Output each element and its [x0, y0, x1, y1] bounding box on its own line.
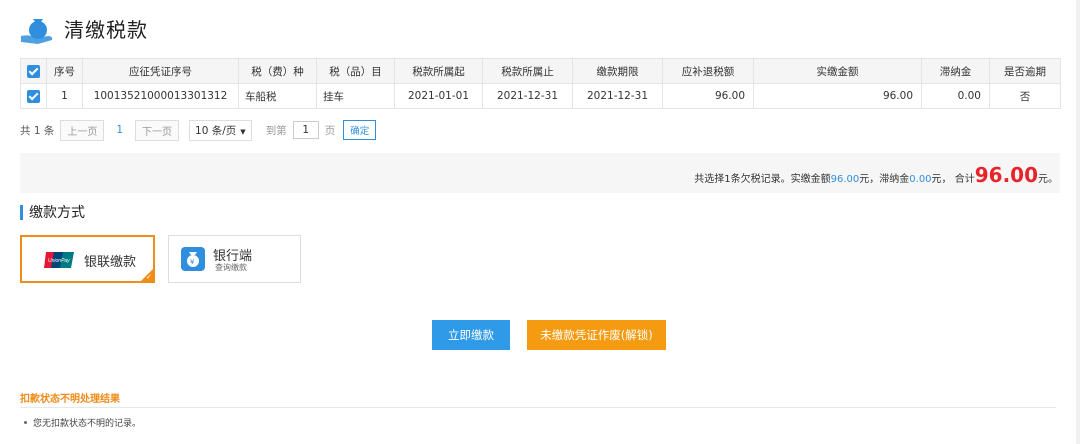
row-paid: 96.00	[753, 83, 922, 109]
summary-late-fee: 0.00	[909, 174, 932, 185]
row-due: 96.00	[662, 83, 754, 109]
row-deadline: 2021-12-31	[572, 83, 663, 109]
check-icon: ✓	[146, 273, 152, 281]
summary-unit: 元， 合计	[931, 174, 975, 185]
row-tax-type: 车船税	[238, 83, 317, 109]
notice-item: 您无扣款状态不明的记录。	[24, 416, 141, 429]
row-voucher: 10013521000013301312	[82, 83, 239, 109]
svg-text:UnionPay: UnionPay	[48, 258, 70, 264]
row-checkbox[interactable]	[27, 89, 40, 103]
col-header: 应补退税额	[662, 58, 754, 84]
col-header: 是否逾期	[989, 58, 1061, 84]
select-all-cell[interactable]	[20, 58, 47, 84]
goto-confirm-button[interactable]: 确定	[343, 120, 377, 140]
svg-text:¥: ¥	[190, 258, 195, 266]
goto-suffix: 页	[324, 124, 336, 137]
row-overdue: 否	[989, 83, 1061, 109]
money-bag-icon: ¥	[187, 252, 199, 267]
select-all-checkbox[interactable]	[27, 64, 40, 78]
bank-method-card[interactable]: ¥ 银行端 查询缴款	[168, 235, 301, 283]
summary-prefix: 共选择1条欠税记录。实缴金额	[694, 174, 831, 185]
col-header: 税款所属止	[482, 58, 573, 84]
caret-down-icon: ▼	[240, 127, 246, 136]
notice-divider	[20, 407, 1056, 408]
section-accent-bar	[20, 204, 23, 220]
notice-title: 扣款状态不明处理结果	[20, 394, 120, 405]
table-header-row: 序号 应征凭证序号 税（费）种 税（品）目 税款所属起 税款所属止 缴款期限 应…	[20, 58, 1061, 84]
total-count: 共 1 条	[20, 124, 55, 137]
summary-paid: 96.00	[830, 174, 860, 185]
summary-bar: 共选择1条欠税记录。实缴金额 96.00 元，滞纳金 0.00 元， 合计 96…	[20, 153, 1060, 193]
row-end: 2021-12-31	[482, 83, 573, 109]
col-header: 滞纳金	[921, 58, 990, 84]
row-start: 2021-01-01	[394, 83, 483, 109]
summary-total: 96.00	[974, 163, 1038, 187]
pay-now-button[interactable]: 立即缴款	[432, 320, 510, 350]
col-header: 实缴金额	[753, 58, 922, 84]
void-voucher-button[interactable]: 未缴款凭证作废(解锁)	[527, 320, 666, 350]
unionpay-icon: UnionPay	[44, 252, 74, 268]
col-header: 税（品）目	[316, 58, 395, 84]
page-header: 清缴税款	[18, 10, 148, 46]
money-bag-hand-icon	[21, 19, 53, 44]
next-page-button[interactable]: 下一页	[135, 119, 180, 141]
col-header: 缴款期限	[572, 58, 663, 84]
scrollbar[interactable]	[1076, 0, 1080, 444]
payment-method-section-title: 缴款方式	[20, 202, 85, 222]
col-header: 序号	[46, 58, 83, 84]
col-header: 应征凭证序号	[82, 58, 239, 84]
row-select-cell[interactable]	[20, 83, 47, 109]
bank-icon: ¥	[181, 247, 205, 271]
unionpay-label: 银联缴款	[84, 255, 137, 270]
section-title: 缴款方式	[29, 205, 85, 221]
bank-sublabel: 查询缴款	[215, 263, 247, 272]
page-size-select[interactable]: 10 条/页 ▼	[189, 119, 252, 141]
row-item: 挂车	[316, 83, 395, 109]
page-number[interactable]: 1	[116, 124, 123, 136]
pagination: 共 1 条 上一页 1 下一页 10 条/页 ▼ 到第 1 页 确定	[20, 119, 377, 141]
tax-table: 序号 应征凭证序号 税（费）种 税（品）目 税款所属起 税款所属止 缴款期限 应…	[20, 58, 1061, 109]
row-index: 1	[46, 83, 83, 109]
goto-prefix: 到第	[265, 124, 287, 137]
goto-page-input[interactable]: 1	[292, 121, 319, 139]
unionpay-method-card[interactable]: UnionPay 银联缴款 ✓	[20, 235, 155, 283]
page-size-value: 10 条/页	[195, 124, 237, 137]
notice-item-text: 您无扣款状态不明的记录。	[33, 419, 142, 429]
bullet-icon	[24, 421, 27, 424]
summary-unit: 元。	[1038, 174, 1058, 185]
col-header: 税（费）种	[238, 58, 317, 84]
row-late-fee: 0.00	[921, 83, 990, 109]
summary-unit: 元，滞纳金	[859, 174, 910, 185]
prev-page-button[interactable]: 上一页	[60, 119, 105, 141]
table-row[interactable]: 1 10013521000013301312 车船税 挂车 2021-01-01…	[20, 83, 1061, 109]
col-header: 税款所属起	[394, 58, 483, 84]
summary-text: 共选择1条欠税记录。实缴金额 96.00 元，滞纳金 0.00 元， 合计 96…	[694, 163, 1058, 187]
page-title: 清缴税款	[64, 17, 148, 42]
